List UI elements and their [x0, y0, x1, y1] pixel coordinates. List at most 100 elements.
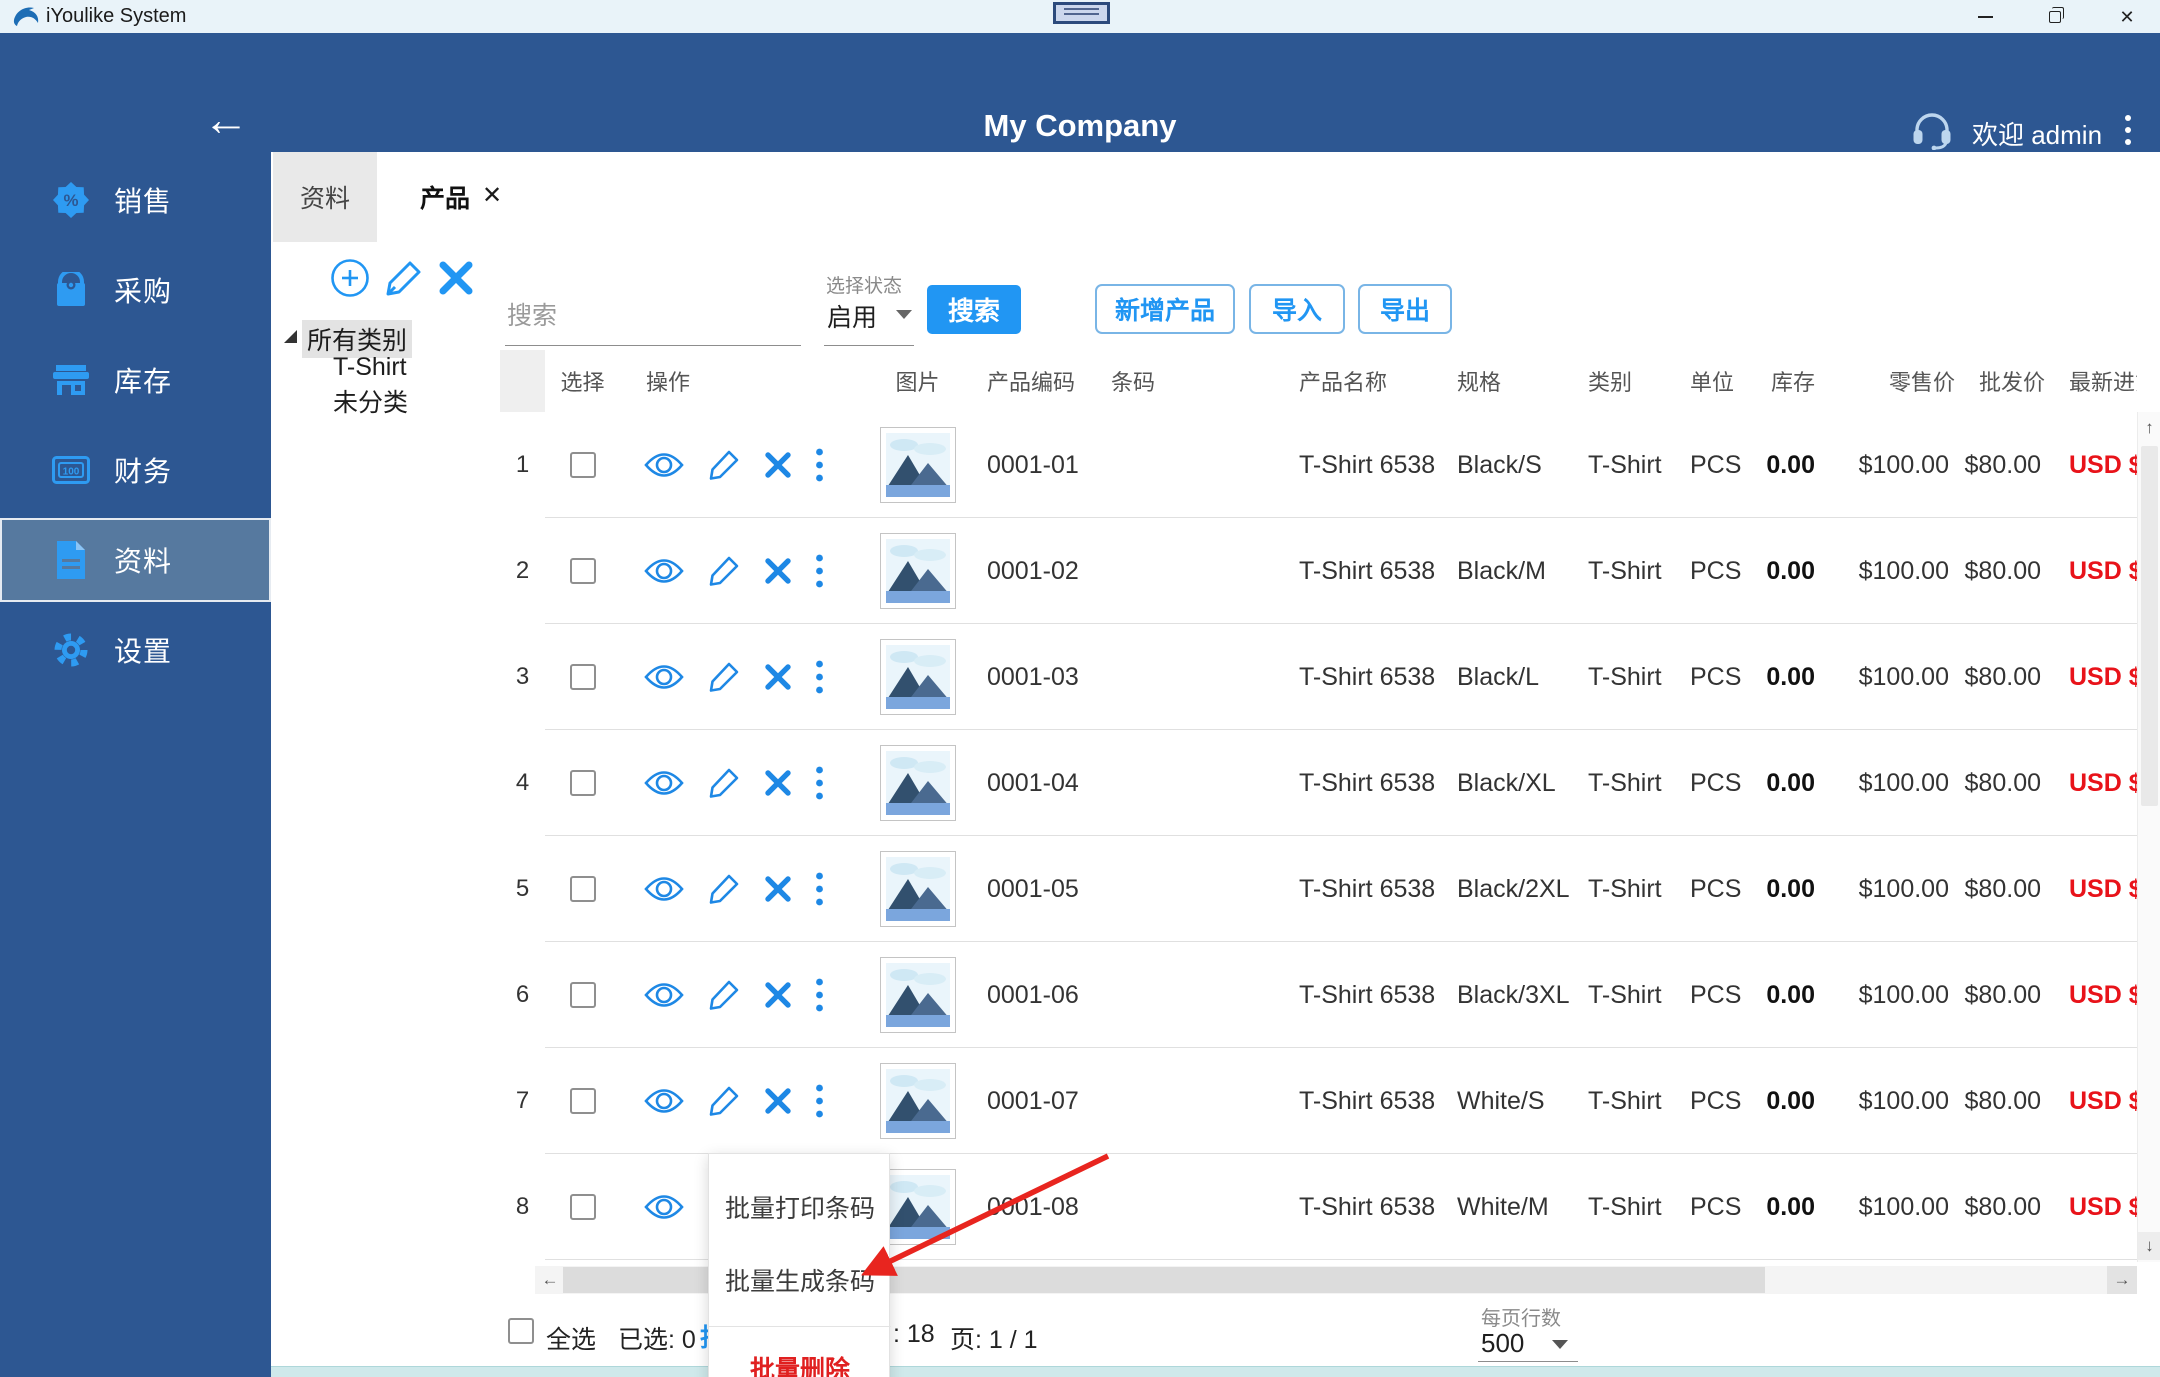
sidebar-item-sales[interactable]: % 销售: [0, 158, 271, 242]
titlebar-input-indicator-icon[interactable]: [1053, 2, 1110, 24]
search-input[interactable]: 搜索: [507, 296, 557, 332]
app-logo-dolphin-icon: [12, 4, 40, 29]
delete-category-button[interactable]: [438, 260, 474, 296]
import-button[interactable]: 导入: [1249, 284, 1345, 334]
more-kebab-icon[interactable]: [815, 659, 824, 695]
tab-product[interactable]: 产品: [398, 152, 528, 242]
cell-unit: PCS: [1690, 662, 1742, 691]
view-icon[interactable]: [644, 451, 684, 479]
view-icon[interactable]: [644, 1193, 684, 1221]
row-checkbox[interactable]: [569, 876, 596, 902]
scroll-down-icon[interactable]: ↓: [2138, 1232, 2160, 1260]
product-image: [879, 851, 956, 927]
tab-label: 资料: [299, 185, 350, 213]
delete-icon[interactable]: [764, 875, 792, 903]
more-kebab-icon[interactable]: [815, 1083, 824, 1119]
status-caret-icon[interactable]: [896, 310, 912, 319]
tab-close-icon[interactable]: ✕: [482, 182, 502, 210]
cell-category: T-Shirt: [1588, 1086, 1662, 1115]
export-button[interactable]: 导出: [1358, 284, 1452, 334]
sidebar-item-inventory[interactable]: 库存: [0, 338, 271, 422]
row-checkbox[interactable]: [569, 982, 596, 1008]
cell-retail-price: $100.00: [1858, 662, 1949, 691]
delete-icon[interactable]: [764, 557, 792, 585]
row-checkbox[interactable]: [569, 558, 596, 584]
delete-icon[interactable]: [764, 981, 792, 1009]
row-index: 6: [515, 981, 530, 1008]
edit-icon[interactable]: [707, 978, 741, 1012]
edit-icon[interactable]: [707, 872, 741, 906]
cell-spec: Black/S: [1457, 450, 1542, 479]
sidebar-item-finance[interactable]: 100 财务: [0, 428, 271, 512]
search-button[interactable]: 搜索: [927, 285, 1021, 334]
maximize-button[interactable]: [2032, 0, 2078, 33]
menu-item-batch-delete[interactable]: 批量删除: [709, 1350, 891, 1377]
row-actions: [620, 730, 860, 836]
sidebar-item-purchase[interactable]: 采购: [0, 248, 271, 332]
row-checkbox[interactable]: [569, 664, 596, 690]
edit-icon[interactable]: [707, 554, 741, 588]
view-icon[interactable]: [644, 875, 684, 903]
row-checkbox[interactable]: [569, 452, 596, 478]
edit-icon[interactable]: [707, 1084, 741, 1118]
rows-per-page-select[interactable]: 500: [1481, 1328, 1524, 1359]
row-checkbox[interactable]: [569, 1088, 596, 1114]
more-kebab-icon[interactable]: [815, 553, 824, 589]
close-button[interactable]: ✕: [2104, 0, 2150, 33]
scroll-left-icon[interactable]: ←: [535, 1266, 565, 1294]
tree-node-tshirt[interactable]: T-Shirt: [333, 353, 407, 382]
cell-stock: 0.00: [1766, 450, 1815, 479]
select-all-label[interactable]: 全选: [546, 1320, 596, 1356]
delete-icon[interactable]: [764, 1087, 792, 1115]
row-checkbox[interactable]: [569, 1194, 596, 1220]
add-product-button[interactable]: 新增产品: [1095, 284, 1235, 334]
add-category-button[interactable]: [330, 258, 370, 298]
cell-wholesale-price: $80.00: [1964, 556, 2041, 585]
header-menu-kebab-icon[interactable]: [2118, 108, 2138, 152]
tab-data[interactable]: 资料: [273, 152, 377, 242]
sidebar-item-settings[interactable]: 设置: [0, 608, 271, 692]
row-checkbox[interactable]: [569, 770, 596, 796]
row-index: 4: [515, 769, 530, 796]
rows-per-page-caret-icon[interactable]: [1552, 1340, 1568, 1349]
cell-category: T-Shirt: [1588, 450, 1662, 479]
view-icon[interactable]: [644, 769, 684, 797]
edit-category-button[interactable]: [384, 258, 424, 298]
delete-icon[interactable]: [764, 451, 792, 479]
row-index: 1: [515, 451, 530, 478]
cell-product-code: 0001-07: [987, 1086, 1079, 1115]
discount-badge-icon: %: [52, 182, 90, 218]
support-headset-icon[interactable]: [1910, 108, 1954, 150]
sidebar-item-label: 采购: [114, 276, 173, 307]
minimize-button[interactable]: [1962, 0, 2008, 33]
edit-icon[interactable]: [707, 660, 741, 694]
table-row: 5 0001-05 T-Shirt 6538 Black/2XL T-Shirt…: [500, 836, 2137, 942]
vertical-scrollbar[interactable]: ↑ ↓: [2137, 412, 2160, 1262]
delete-icon[interactable]: [764, 769, 792, 797]
more-kebab-icon[interactable]: [815, 765, 824, 801]
edit-icon[interactable]: [707, 766, 741, 800]
cell-product-code: 0001-02: [987, 556, 1079, 585]
view-icon[interactable]: [644, 663, 684, 691]
sidebar-item-data[interactable]: 资料: [0, 518, 271, 602]
more-kebab-icon[interactable]: [815, 447, 824, 483]
tree-node-uncategorized[interactable]: 未分类: [333, 383, 408, 419]
delete-icon[interactable]: [764, 663, 792, 691]
cell-product-code: 0001-04: [987, 768, 1079, 797]
status-select[interactable]: 启用: [827, 298, 877, 334]
bottom-edge-strip: [271, 1366, 2160, 1377]
cell-product-name: T-Shirt 6538: [1299, 556, 1436, 585]
tree-expander-icon[interactable]: [284, 330, 297, 343]
cell-latest-purchase-price: USD $5: [2069, 980, 2137, 1009]
scroll-up-icon[interactable]: ↑: [2138, 414, 2160, 442]
vertical-scrollbar-thumb[interactable]: [2141, 446, 2158, 806]
more-kebab-icon[interactable]: [815, 977, 824, 1013]
view-icon[interactable]: [644, 1087, 684, 1115]
view-icon[interactable]: [644, 981, 684, 1009]
view-icon[interactable]: [644, 557, 684, 585]
scroll-right-icon[interactable]: →: [2107, 1266, 2137, 1294]
more-kebab-icon[interactable]: [815, 871, 824, 907]
select-all-checkbox[interactable]: [508, 1318, 534, 1344]
cell-barcode: [1095, 942, 1285, 1048]
edit-icon[interactable]: [707, 448, 741, 482]
